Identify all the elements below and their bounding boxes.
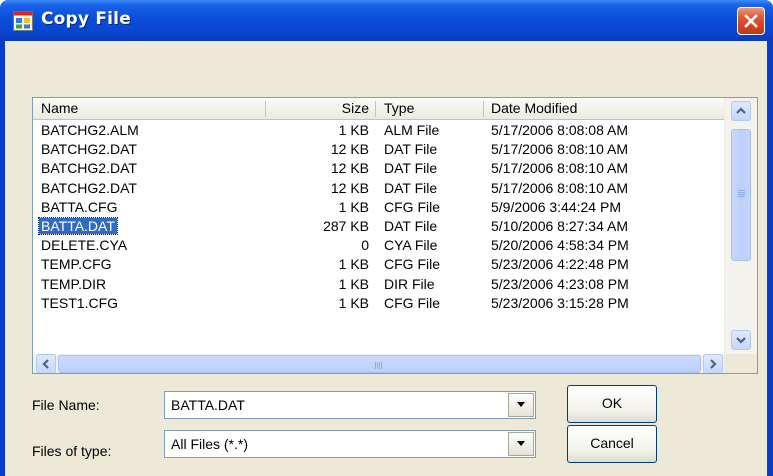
list-item[interactable]: TEMP.CFG 1 KB CFG File 5/23/2006 4:22:48 PM xyxy=(33,255,724,274)
arrow-left-icon xyxy=(42,359,49,369)
file-name: TEMP.CFG xyxy=(41,256,112,273)
list-item[interactable]: TEST1.CFG 1 KB CFG File 5/23/2006 3:15:28 P… xyxy=(33,294,724,313)
file-name: TEMP.DIR xyxy=(41,275,107,292)
file-name: BATTA.DAT xyxy=(38,216,118,235)
list-item[interactable]: DELETE.CYA 0 CYA File 5/20/2006 4:58:34 PM xyxy=(33,236,724,255)
files-of-type-label: Files of type: xyxy=(32,443,112,459)
vertical-scrollbar[interactable] xyxy=(724,98,757,354)
file-type: DAT File xyxy=(384,179,438,196)
column-header-type-label: Type xyxy=(384,100,415,116)
list-header: Name Size Type Date Modified xyxy=(33,98,757,120)
list-item[interactable]: BATCHG2.DAT 12 KB DAT File 5/17/2006 8:08:1… xyxy=(33,179,724,198)
file-name: BATCHG2.DAT xyxy=(41,179,137,196)
cancel-button[interactable]: Cancel xyxy=(567,425,657,463)
files-of-type-value: All Files (*.*) xyxy=(171,436,249,452)
close-button[interactable] xyxy=(737,7,765,35)
window-title: Copy File xyxy=(41,9,131,29)
list-item[interactable]: BATTA.CFG 1 KB CFG File 5/9/2006 3:44:24 PM xyxy=(33,198,724,217)
file-date: 5/9/2006 3:44:24 PM xyxy=(491,198,621,215)
file-size: 12 KB xyxy=(330,141,369,158)
files-of-type-combobox[interactable]: All Files (*.*) xyxy=(164,430,536,458)
title-bar[interactable]: Copy File xyxy=(0,0,773,41)
file-date: 5/17/2006 8:08:10 AM xyxy=(491,141,628,158)
file-name-value: BATTA.DAT xyxy=(171,397,245,413)
copy-file-app-icon xyxy=(13,11,33,31)
scroll-up-button[interactable] xyxy=(731,101,751,121)
file-date: 5/23/2006 4:23:08 PM xyxy=(491,275,629,292)
file-size: 1 KB xyxy=(338,122,369,138)
file-type: DAT File xyxy=(384,217,438,234)
file-type: DAT File xyxy=(384,160,438,177)
file-name-combobox[interactable]: BATTA.DAT xyxy=(164,391,536,419)
file-type: CFG File xyxy=(384,256,440,273)
arrow-right-icon xyxy=(710,359,717,369)
dropdown-arrow-icon xyxy=(517,441,525,446)
file-type: CYA File xyxy=(384,237,438,254)
file-date: 5/17/2006 8:08:08 AM xyxy=(491,122,628,138)
file-name: BATTA.CFG xyxy=(41,198,118,215)
files-of-type-dropdown-button[interactable] xyxy=(508,432,534,456)
file-type: CFG File xyxy=(384,294,440,311)
arrow-up-icon xyxy=(736,107,746,114)
file-list[interactable]: Name Size Type Date Modified BATCHG2.ALM… xyxy=(32,97,758,374)
scroll-down-button[interactable] xyxy=(731,330,751,350)
file-size: 1 KB xyxy=(338,256,369,273)
file-date: 5/20/2006 4:58:34 PM xyxy=(491,237,629,254)
scroll-left-button[interactable] xyxy=(36,354,56,373)
list-item-selected[interactable]: BATTA.DAT 287 KB DAT File 5/10/2006 8:27:34… xyxy=(33,216,724,236)
column-header-date-modified[interactable]: Date Modified xyxy=(484,98,724,120)
file-name: DELETE.CYA xyxy=(41,237,128,254)
list-item[interactable]: BATCHG2.ALM 1 KB ALM File 5/17/2006 8:08:08… xyxy=(33,121,724,140)
dropdown-arrow-icon xyxy=(517,402,525,407)
dialog-body: Name Size Type Date Modified BATCHG2.ALM… xyxy=(5,41,767,476)
list-item[interactable]: BATCHG2.DAT 12 KB DAT File 5/17/2006 8:08:1… xyxy=(33,159,724,178)
scroll-right-button[interactable] xyxy=(703,354,723,373)
copy-file-dialog: Copy File Name Size Type Date Modified B… xyxy=(0,0,773,476)
column-header-date-label: Date Modified xyxy=(491,100,578,116)
column-header-size-label: Size xyxy=(341,100,369,116)
horizontal-scroll-thumb[interactable] xyxy=(58,355,701,373)
file-name: BATCHG2.DAT xyxy=(41,160,137,177)
scrollbar-corner xyxy=(724,354,757,373)
file-date: 5/17/2006 8:08:10 AM xyxy=(491,160,628,177)
file-name-dropdown-button[interactable] xyxy=(508,393,534,417)
file-date: 5/17/2006 8:08:10 AM xyxy=(491,179,628,196)
ok-button[interactable]: OK xyxy=(567,385,657,423)
horizontal-scrollbar[interactable] xyxy=(33,354,757,373)
column-header-size[interactable]: Size xyxy=(266,98,376,120)
file-type: DIR File xyxy=(384,275,435,292)
file-size: 12 KB xyxy=(330,179,369,196)
file-date: 5/23/2006 4:22:48 PM xyxy=(491,256,629,273)
file-name: BATCHG2.ALM xyxy=(41,122,139,138)
file-size: 1 KB xyxy=(338,198,369,215)
file-name-label: File Name: xyxy=(32,397,100,413)
close-icon xyxy=(744,14,758,28)
column-header-type[interactable]: Type xyxy=(376,98,484,120)
file-date: 5/10/2006 8:27:34 AM xyxy=(491,217,628,234)
column-header-name-label: Name xyxy=(41,100,79,116)
list-rows: BATCHG2.ALM 1 KB ALM File 5/17/2006 8:08:08… xyxy=(33,121,724,313)
column-header-name[interactable]: Name xyxy=(33,98,266,120)
file-name: TEST1.CFG xyxy=(41,294,119,311)
file-name: BATCHG2.DAT xyxy=(41,141,137,158)
vertical-scroll-thumb[interactable] xyxy=(731,129,751,261)
file-size: 1 KB xyxy=(338,275,369,292)
file-size: 287 KB xyxy=(323,217,369,234)
file-size: 1 KB xyxy=(338,294,369,311)
file-size: 12 KB xyxy=(330,160,369,177)
file-size: 0 xyxy=(361,237,369,254)
list-item[interactable]: TEMP.DIR 1 KB DIR File 5/23/2006 4:23:08 PM xyxy=(33,275,724,294)
file-date: 5/23/2006 3:15:28 PM xyxy=(491,294,629,311)
list-item[interactable]: BATCHG2.DAT 12 KB DAT File 5/17/2006 8:08:1… xyxy=(33,140,724,159)
file-type: DAT File xyxy=(384,141,438,158)
file-type: ALM File xyxy=(384,122,440,138)
arrow-down-icon xyxy=(736,337,746,344)
file-type: CFG File xyxy=(384,198,440,215)
